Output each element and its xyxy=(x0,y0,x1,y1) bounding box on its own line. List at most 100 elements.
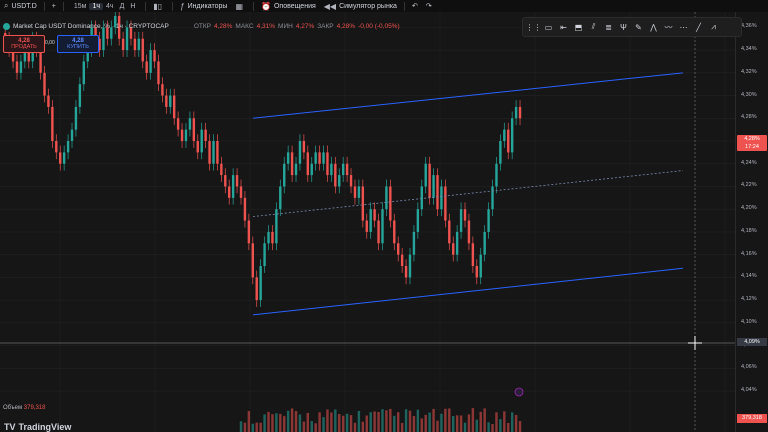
legend-title: Market Cap USDT Dominance, % · 1ч · CRYP… xyxy=(13,23,169,30)
tv-logo-icon: TV xyxy=(4,422,16,432)
volume-bar xyxy=(404,409,408,432)
undo-icon: ↶ xyxy=(411,3,418,10)
candle-body xyxy=(259,266,262,301)
candle-body xyxy=(82,61,85,85)
brush-icon[interactable]: ✎ xyxy=(632,21,645,33)
volume-bar xyxy=(357,410,361,432)
volume-bar xyxy=(275,413,278,432)
brand-name: TradingView xyxy=(18,422,72,432)
candle-body xyxy=(66,141,70,153)
replay-icon: ◀◀ xyxy=(323,1,337,11)
timeframe-3[interactable]: Д xyxy=(117,3,128,10)
tradingview-logo[interactable]: TV TradingView xyxy=(4,422,71,432)
volume-bar xyxy=(361,421,365,432)
candle-body xyxy=(149,50,152,73)
price-tick: 4,24% xyxy=(741,159,757,166)
replay-button[interactable]: ◀◀ Симулятор рынка xyxy=(320,0,401,12)
volume-bar xyxy=(306,412,310,432)
price-range-icon[interactable]: ⇤ xyxy=(557,21,570,33)
candle-body xyxy=(510,118,514,153)
parallel-channel-icon[interactable]: ⫽ xyxy=(587,21,600,33)
candle-body xyxy=(180,129,184,142)
symbol-search[interactable]: ⌕ USDT.D xyxy=(0,0,41,12)
volume-bar xyxy=(499,419,502,432)
drag-handle-icon[interactable]: ⋮⋮ xyxy=(526,21,542,33)
zigzag-icon[interactable]: ⩘ xyxy=(707,21,720,33)
candle-body xyxy=(507,129,510,153)
timeframe-4[interactable]: Н xyxy=(127,3,138,10)
rectangle-icon[interactable]: ▭ xyxy=(542,21,555,33)
candle-body xyxy=(420,186,423,210)
candle-body xyxy=(243,197,247,221)
candle-body xyxy=(133,38,137,51)
pattern-icon[interactable]: ⋀ xyxy=(647,21,660,33)
chart-legend: Market Cap USDT Dominance, % · 1ч · CRYP… xyxy=(3,23,400,30)
symbol-name: USDT.D xyxy=(11,2,37,10)
price-chart[interactable] xyxy=(0,12,735,432)
candle-body xyxy=(471,243,475,267)
candle-body xyxy=(267,231,270,244)
volume-bar xyxy=(330,412,333,432)
volume-bar xyxy=(420,418,423,432)
candle-body xyxy=(385,186,388,210)
price-tick: 4,22% xyxy=(741,182,757,189)
volume-bar xyxy=(479,411,482,432)
indicators-button[interactable]: ƒ Индикаторы xyxy=(176,0,231,12)
candle-body xyxy=(416,209,420,232)
chart-type-button[interactable]: ▮▯ xyxy=(149,0,169,12)
buy-label: КУПИТЬ xyxy=(67,44,89,50)
timeframe-2[interactable]: 4ч xyxy=(103,3,117,10)
volume-bar xyxy=(239,421,243,432)
add-symbol-button[interactable]: + xyxy=(48,0,60,12)
fib-retracement-icon[interactable]: ≣ xyxy=(602,21,615,33)
sell-button[interactable]: 4,28 ПРОДАТЬ xyxy=(3,35,45,53)
replay-label: Симулятор рынка xyxy=(339,2,397,10)
candle-body xyxy=(353,186,357,198)
buy-button[interactable]: 4,28 КУПИТЬ xyxy=(57,35,99,53)
volume-bar xyxy=(467,414,471,432)
tether-logo-icon xyxy=(3,23,10,30)
more-icon[interactable]: ⋯ xyxy=(677,21,690,33)
trend-line-icon[interactable]: ╱ xyxy=(692,21,705,33)
candle-body xyxy=(412,231,416,255)
redo-icon: ↷ xyxy=(425,3,432,10)
candle-body xyxy=(283,163,286,187)
timeframe-1[interactable]: 1ч xyxy=(89,2,104,10)
price-tick: 4,30% xyxy=(741,91,757,98)
price-axis[interactable]: 4,36%4,34%4,32%4,30%4,28%4,26%4,24%4,22%… xyxy=(735,12,768,432)
candle-body xyxy=(192,118,196,142)
long-position-icon[interactable]: ⬒ xyxy=(572,21,585,33)
candle-body xyxy=(389,186,392,221)
volume-bar xyxy=(259,422,262,432)
volume-legend: Объем 379,318 xyxy=(3,405,46,411)
volume-bar xyxy=(255,422,258,432)
candle-body xyxy=(448,220,451,244)
divider xyxy=(253,1,254,11)
undo-button[interactable]: ↶ xyxy=(408,0,422,12)
low-label: МИН xyxy=(278,23,293,30)
divider xyxy=(403,1,405,11)
candle-body xyxy=(224,175,227,187)
alerts-button[interactable]: ⏰ Оповещения xyxy=(257,0,320,12)
volume-bar xyxy=(286,410,290,432)
candle-body xyxy=(235,175,239,187)
timeframe-0[interactable]: 15м xyxy=(71,3,90,10)
volume-bar xyxy=(436,420,439,432)
volume-bar xyxy=(408,410,412,432)
price-tick: 4,10% xyxy=(741,318,757,325)
volume-bar xyxy=(326,409,329,432)
candle-body xyxy=(188,118,192,130)
candle-body xyxy=(369,209,372,232)
redo-button[interactable]: ↷ xyxy=(422,0,436,12)
pitchfork-icon[interactable]: Ψ xyxy=(617,21,630,33)
layout-templates-button[interactable]: ▦ xyxy=(231,0,250,12)
candle-body xyxy=(322,152,325,164)
divider xyxy=(172,1,174,11)
candle-body xyxy=(125,27,129,51)
volume-bar xyxy=(263,414,266,432)
elliott-wave-icon[interactable]: 〰 xyxy=(662,21,675,33)
candle-body xyxy=(39,50,42,73)
candle-body xyxy=(393,220,396,244)
channel-median-line xyxy=(252,170,684,217)
volume-bar xyxy=(290,408,294,432)
